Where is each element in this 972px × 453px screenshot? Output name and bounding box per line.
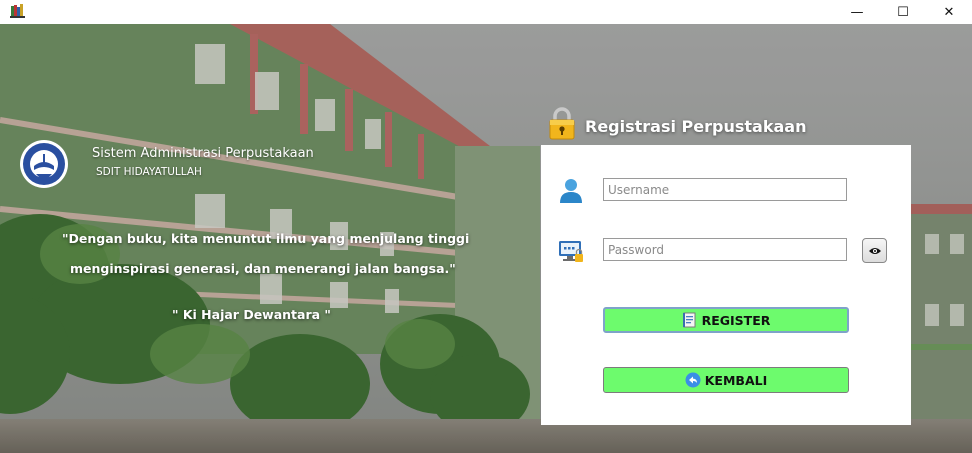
password-input[interactable] xyxy=(603,238,847,261)
register-label: REGISTER xyxy=(701,312,771,328)
app-icon xyxy=(10,4,25,18)
quote-author: " Ki Hajar Dewantara " xyxy=(172,307,331,322)
eye-icon xyxy=(868,247,881,254)
password-icon xyxy=(559,241,583,262)
user-icon xyxy=(560,179,582,203)
quote-line-1: "Dengan buku, kita menuntut ilmu yang me… xyxy=(62,231,470,246)
quote-line-2: menginspirasi generasi, dan menerangi ja… xyxy=(70,261,456,276)
register-button[interactable]: REGISTER xyxy=(603,307,849,333)
back-button[interactable]: KEMBALI xyxy=(603,367,849,393)
show-password-button[interactable] xyxy=(862,238,887,263)
lock-icon xyxy=(549,107,575,140)
form-title: Registrasi Perpustakaan xyxy=(585,117,807,136)
maximize-button[interactable]: ☐ xyxy=(880,0,926,24)
window-title-bar: — ☐ ✕ xyxy=(0,0,972,24)
school-name: SDIT HIDAYATULLAH xyxy=(96,166,202,178)
minimize-button[interactable]: — xyxy=(834,0,880,24)
back-label: KEMBALI xyxy=(704,372,768,388)
school-seal-logo xyxy=(20,140,68,188)
app-name: Sistem Administrasi Perpustakaan xyxy=(92,146,314,161)
register-icon xyxy=(682,312,696,328)
close-button[interactable]: ✕ xyxy=(926,0,972,24)
username-input[interactable] xyxy=(603,178,847,201)
back-arrow-icon xyxy=(685,372,701,388)
